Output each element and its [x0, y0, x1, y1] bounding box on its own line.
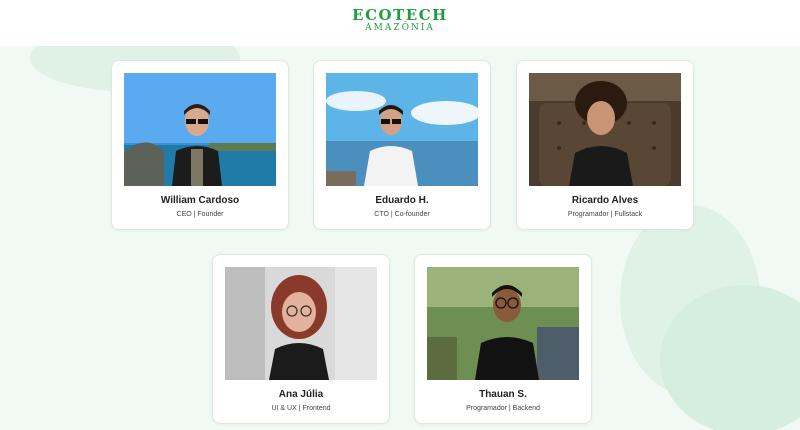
header: ECOTECH AMAZÔNIA [0, 0, 800, 46]
member-name: William Cardoso [160, 195, 240, 206]
member-name: Eduardo H. [375, 195, 429, 206]
member-role: Programador | Backend [466, 405, 540, 412]
member-photo [124, 73, 276, 186]
team-card-thauan: Thauan S. Programador | Backend [414, 254, 592, 424]
member-photo [326, 73, 478, 186]
member-role: UI & UX | Frontend [271, 405, 331, 412]
member-name: Thauan S. [479, 389, 527, 400]
logo-subtitle: AMAZÔNIA [365, 23, 435, 33]
team-card-eduardo: Eduardo H. CTO | Co-founder [313, 60, 491, 230]
member-name: Ricardo Alves [571, 195, 639, 206]
member-photo [529, 73, 681, 186]
team-card-ricardo: Ricardo Alves Programador | Fullstack [516, 60, 694, 230]
member-role: CEO | Founder [176, 211, 224, 218]
member-photo [427, 267, 579, 380]
logo-title: ECOTECH [352, 6, 448, 24]
member-role: CTO | Co-founder [374, 211, 430, 218]
member-photo [225, 267, 377, 380]
member-name: Ana Júlia [278, 389, 324, 400]
team-card-william: William Cardoso CEO | Founder [111, 60, 289, 230]
member-role: Programador | Fullstack [567, 211, 643, 218]
team-card-ana: Ana Júlia UI & UX | Frontend [212, 254, 390, 424]
ecotech-logo[interactable]: ECOTECH AMAZÔNIA [0, 7, 800, 33]
